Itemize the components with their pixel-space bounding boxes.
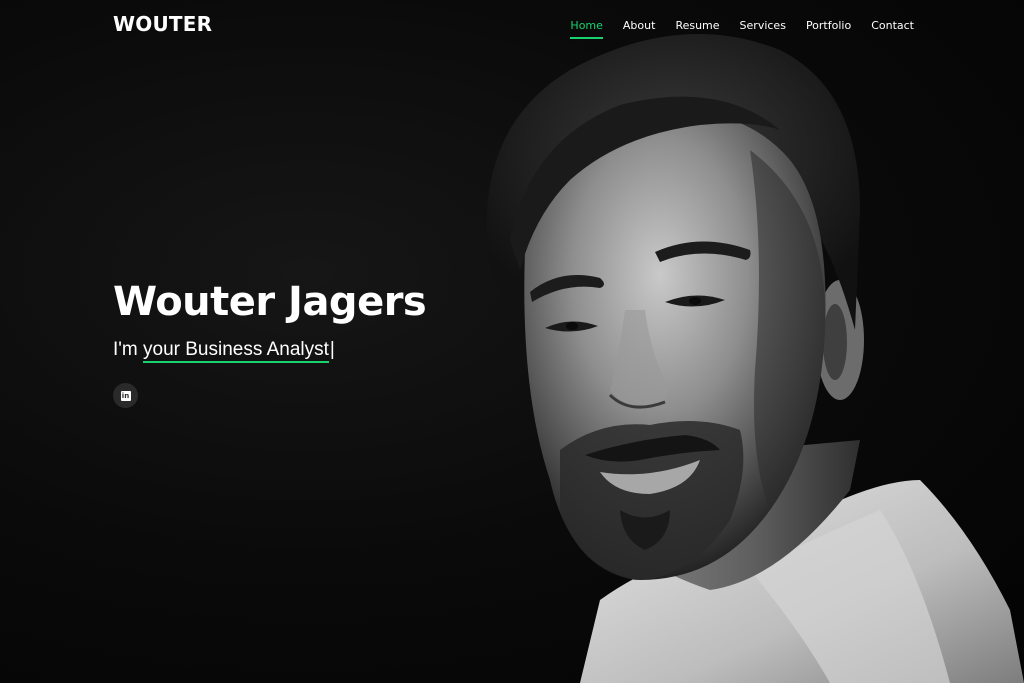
typing-cursor: | [329, 339, 335, 360]
typed-text: your Business Analyst [143, 339, 329, 363]
tagline-prefix: I'm [113, 339, 144, 360]
hero-section: WOUTER Home About Resume Services Portfo… [0, 0, 1024, 683]
nav-item-services[interactable]: Services [740, 19, 786, 39]
site-header: WOUTER Home About Resume Services Portfo… [0, 0, 1024, 52]
linkedin-button[interactable]: in [113, 383, 138, 408]
portrait-photo [486, 34, 1024, 683]
nav-item-home[interactable]: Home [570, 19, 604, 39]
hero-name: Wouter Jagers [113, 279, 427, 325]
site-logo[interactable]: WOUTER [113, 12, 212, 36]
linkedin-icon: in [120, 390, 131, 401]
hero-intro: Wouter Jagers I'm your Business Analyst|… [113, 278, 427, 408]
nav-item-contact[interactable]: Contact [871, 19, 914, 39]
main-nav: Home About Resume Services Portfolio Con… [550, 19, 914, 39]
nav-item-about[interactable]: About [623, 19, 656, 39]
nav-item-resume[interactable]: Resume [675, 19, 719, 39]
hero-tagline: I'm your Business Analyst| [113, 338, 426, 363]
nav-item-portfolio[interactable]: Portfolio [806, 19, 851, 39]
